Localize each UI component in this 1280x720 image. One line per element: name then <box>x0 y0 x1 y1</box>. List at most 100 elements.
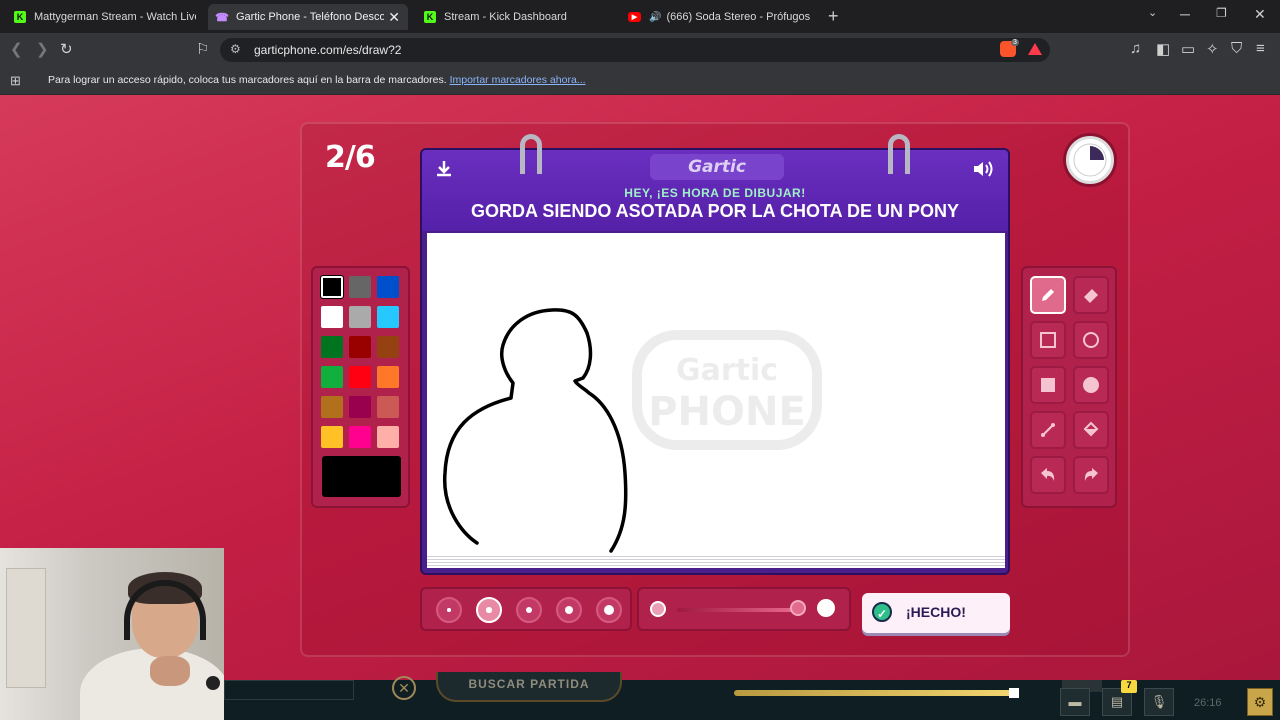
address-bar[interactable]: ⚙ garticphone.com/es/draw?2 3 <box>220 38 1050 62</box>
color-swatch[interactable] <box>377 276 399 298</box>
color-swatch[interactable] <box>321 426 343 448</box>
fill-tool[interactable] <box>1073 411 1109 449</box>
ellipse-tool[interactable] <box>1073 321 1109 359</box>
vpn-icon[interactable]: ⛉ <box>1231 40 1242 57</box>
color-swatch[interactable] <box>349 396 371 418</box>
color-swatch[interactable] <box>377 426 399 448</box>
opacity-track[interactable] <box>677 608 797 612</box>
tab-label: (666) Soda Stereo - Prófugos (Let <box>666 11 810 23</box>
webcam-background-shelf <box>6 568 46 688</box>
chat-icon: ▬ <box>1060 688 1090 716</box>
webcam-person-hand <box>150 656 190 686</box>
undo-icon <box>1041 468 1055 481</box>
opacity-slider[interactable] <box>637 587 851 631</box>
color-swatch[interactable] <box>377 306 399 328</box>
url-text: garticphone.com/es/draw?2 <box>254 43 402 57</box>
tab-soda-stereo[interactable]: ▶ 🔊 (666) Soda Stereo - Prófugos (Let <box>620 4 818 30</box>
mic-icon: 🎙 <box>1144 688 1174 716</box>
tab-mattygerman-stream[interactable]: K Mattygerman Stream - Watch Live on <box>6 4 204 30</box>
color-swatch[interactable] <box>377 336 399 358</box>
color-swatch[interactable] <box>320 275 344 299</box>
close-window-icon[interactable]: ✕ <box>1254 6 1266 23</box>
color-swatch[interactable] <box>321 396 343 418</box>
overlay-time: 26:16 <box>1194 697 1222 709</box>
tab-kick-dashboard[interactable]: K Stream - Kick Dashboard <box>416 4 616 30</box>
overlay-progress-end <box>1009 688 1019 698</box>
tab-label: Mattygerman Stream - Watch Live on <box>34 11 196 23</box>
undo-tool[interactable] <box>1030 456 1066 494</box>
circle-outline-icon <box>1083 332 1099 348</box>
music-icon[interactable]: ♫ <box>1130 40 1141 57</box>
brush-size-dot <box>525 606 533 614</box>
color-swatch[interactable] <box>321 336 343 358</box>
brush-size-option[interactable] <box>436 597 462 623</box>
done-button[interactable]: ✓ ¡HECHO! <box>862 593 1010 633</box>
import-bookmarks-link[interactable]: Importar marcadores ahora... <box>450 74 586 86</box>
minimize-icon[interactable]: ─ <box>1180 6 1190 22</box>
apps-grid-icon[interactable]: ⊞ <box>10 73 21 89</box>
color-swatch[interactable] <box>349 306 371 328</box>
volume-icon[interactable] <box>972 159 996 185</box>
drawing-canvas[interactable]: Gartic PHONE <box>427 233 1005 558</box>
circle-filled-icon <box>1083 377 1099 393</box>
done-button-label: ¡HECHO! <box>906 604 966 620</box>
tab-label: Stream - Kick Dashboard <box>444 11 567 23</box>
color-swatch[interactable] <box>321 306 343 328</box>
board-header: Gartic HEY, ¡ES HORA DE DIBUJAR! GORDA S… <box>422 134 1008 231</box>
square-filled-icon <box>1041 378 1055 392</box>
filled-ellipse-tool[interactable] <box>1073 366 1109 404</box>
youtube-icon: ▶ <box>628 12 641 22</box>
draw-prompt-phrase: GORDA SIENDO ASOTADA POR LA CHOTA DE UN … <box>470 201 959 221</box>
new-tab-icon[interactable]: + <box>828 6 839 27</box>
tab-label: Gartic Phone - Teléfono Descomp <box>236 11 384 23</box>
color-swatch[interactable] <box>377 366 399 388</box>
pencil-tool[interactable] <box>1030 276 1066 314</box>
close-tab-icon[interactable]: ✕ <box>388 9 400 26</box>
microphone-icon <box>206 676 220 690</box>
rectangle-tool[interactable] <box>1030 321 1066 359</box>
timer-icon <box>1066 136 1114 184</box>
fill-bucket-icon <box>1083 421 1099 437</box>
browser-toolbar: ❮ ❯ ↻ ⚐ ⚙ garticphone.com/es/draw?2 3 ♫ … <box>0 33 1280 67</box>
sidebar-icon[interactable]: ◧ <box>1156 40 1170 58</box>
restore-icon[interactable]: ❐ <box>1216 6 1227 20</box>
check-icon: ✓ <box>872 602 892 622</box>
draw-prompt-subtitle: HEY, ¡ES HORA DE DIBUJAR! <box>624 186 806 200</box>
leo-ai-icon[interactable]: ✧ <box>1206 40 1219 58</box>
line-tool[interactable] <box>1030 411 1066 449</box>
eraser-tool[interactable] <box>1073 276 1109 314</box>
kick-logo-icon: K <box>424 11 436 23</box>
color-swatch[interactable] <box>377 396 399 418</box>
bookmarks-message: Para lograr un acceso rápido, coloca tus… <box>48 74 586 86</box>
gear-icon: ⚙ <box>1247 688 1273 716</box>
site-settings-icon[interactable]: ⚙ <box>230 42 241 56</box>
brush-size-dot <box>564 605 574 615</box>
binder-ring-left <box>520 134 542 174</box>
filled-rectangle-tool[interactable] <box>1030 366 1066 404</box>
wallet-icon[interactable]: ▭ <box>1181 40 1195 58</box>
color-swatch[interactable] <box>349 366 371 388</box>
color-swatch[interactable] <box>349 426 371 448</box>
webcam-person-body <box>80 648 224 720</box>
tab-list-chevron-icon[interactable]: ⌄ <box>1148 6 1157 19</box>
opacity-slider-handle[interactable] <box>790 600 806 616</box>
reload-icon[interactable]: ↻ <box>60 40 73 58</box>
forward-icon[interactable]: ❯ <box>36 40 49 58</box>
tab-gartic-phone[interactable]: ☎ Gartic Phone - Teléfono Descomp ✕ <box>208 4 408 30</box>
line-icon <box>1041 423 1055 437</box>
bookmark-icon[interactable]: ⚐ <box>196 40 209 58</box>
brush-size-option[interactable] <box>476 597 502 623</box>
brush-size-option[interactable] <box>516 597 542 623</box>
download-icon[interactable] <box>434 159 454 185</box>
brush-size-option[interactable] <box>596 597 622 623</box>
brush-size-option[interactable] <box>556 597 582 623</box>
menu-icon[interactable]: ≡ <box>1256 40 1265 57</box>
bookmarks-message-text: Para lograr un acceso rápido, coloca tus… <box>48 74 447 86</box>
back-icon[interactable]: ❮ <box>10 40 23 58</box>
color-swatch[interactable] <box>321 366 343 388</box>
color-swatch[interactable] <box>349 336 371 358</box>
brave-rewards-icon[interactable] <box>1028 43 1042 55</box>
notification-badge: 7 <box>1121 680 1137 693</box>
color-swatch[interactable] <box>349 276 371 298</box>
redo-tool[interactable] <box>1073 456 1109 494</box>
